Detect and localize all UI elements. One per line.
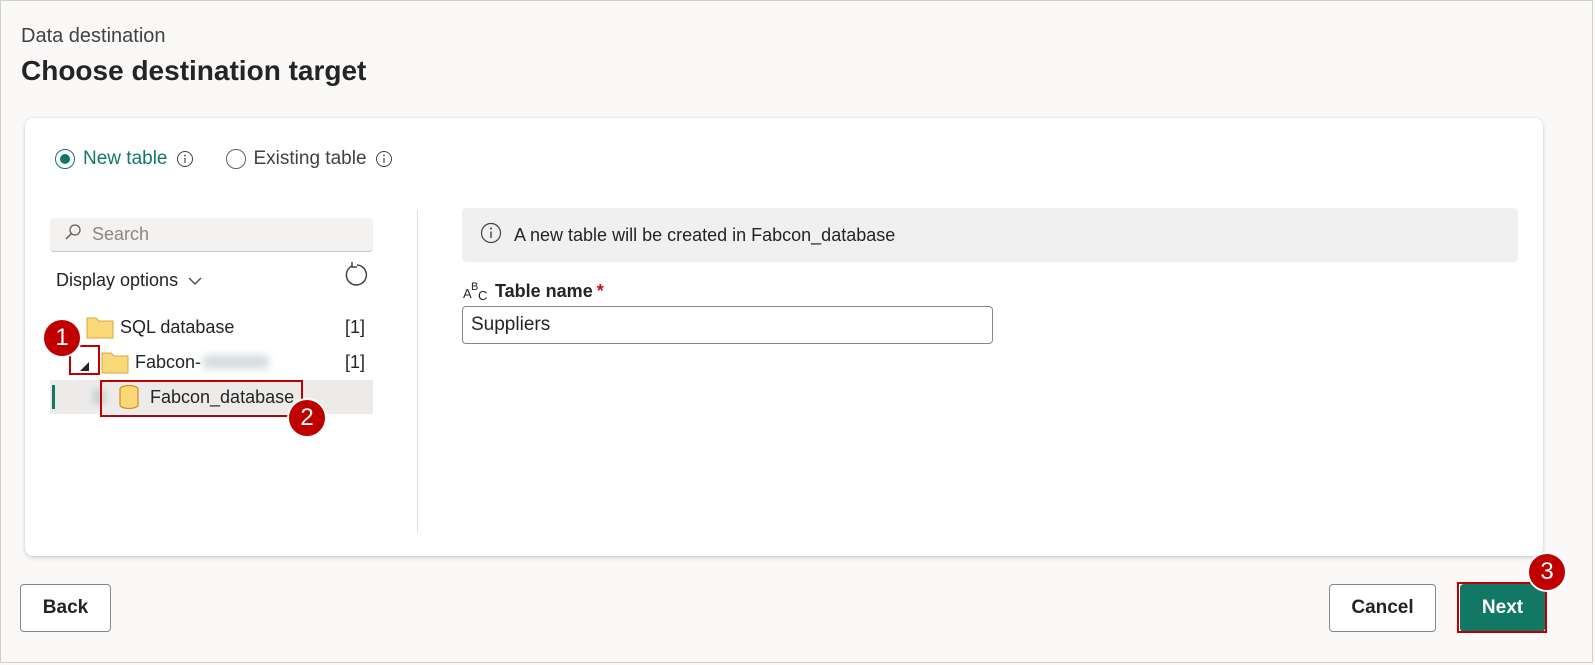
info-icon	[480, 222, 502, 249]
tree-item-label: Fabcon-	[135, 351, 270, 373]
display-options-dropdown[interactable]: Display options	[56, 270, 202, 291]
display-options-label: Display options	[56, 270, 179, 290]
search-box[interactable]	[50, 218, 373, 252]
table-mode-radio-group: New table Existing table	[55, 148, 425, 170]
table-name-input[interactable]	[462, 306, 993, 344]
destination-card: New table Existing table Display options	[25, 118, 1543, 556]
tree-item-label-text: Fabcon-	[135, 351, 202, 372]
navigator-pane: Display options SQL database [1]	[50, 218, 375, 533]
redacted-text	[203, 355, 270, 369]
table-name-label-text: Table name	[495, 280, 593, 301]
callout-box-2	[100, 380, 303, 417]
tree-item-count: [1]	[344, 316, 365, 337]
callout-badge-3: 3	[1527, 552, 1567, 592]
existing-table-label: Existing table	[253, 148, 367, 169]
selection-indicator	[52, 385, 55, 409]
page-title: Choose destination target	[21, 55, 367, 86]
back-button[interactable]: Back	[20, 584, 111, 632]
info-banner: A new table will be created in Fabcon_da…	[462, 208, 1518, 262]
text-type-icon: ABC	[463, 280, 487, 303]
new-table-label: New table	[83, 148, 168, 169]
table-name-label: ABC Table name *	[463, 280, 604, 304]
radio-checked-icon[interactable]	[55, 149, 75, 169]
existing-table-radio[interactable]: Existing table	[225, 148, 393, 170]
folder-icon	[101, 350, 129, 379]
search-input[interactable]	[90, 223, 354, 246]
info-banner-text: A new table will be created in Fabcon_da…	[514, 224, 896, 245]
required-mark: *	[596, 280, 604, 301]
breadcrumb: Data destination	[21, 25, 166, 47]
tree-item-sql-database[interactable]: SQL database [1]	[50, 310, 373, 344]
callout-badge-1: 1	[42, 318, 82, 358]
tree-item-count: [1]	[344, 351, 365, 372]
callout-box-3	[1457, 582, 1547, 633]
pane-divider	[417, 210, 418, 532]
radio-unchecked-icon[interactable]	[225, 149, 246, 169]
refresh-icon[interactable]	[344, 262, 370, 293]
cancel-button[interactable]: Cancel	[1329, 584, 1436, 632]
search-icon	[64, 223, 82, 246]
info-icon[interactable]	[176, 150, 194, 168]
svg-text:C: C	[478, 288, 487, 302]
callout-badge-2: 2	[287, 398, 327, 438]
chevron-down-icon	[188, 270, 202, 291]
folder-icon	[86, 315, 114, 344]
tree-item-label: SQL database	[120, 316, 235, 337]
info-icon[interactable]	[375, 150, 393, 168]
new-table-radio[interactable]: New table	[55, 148, 194, 170]
